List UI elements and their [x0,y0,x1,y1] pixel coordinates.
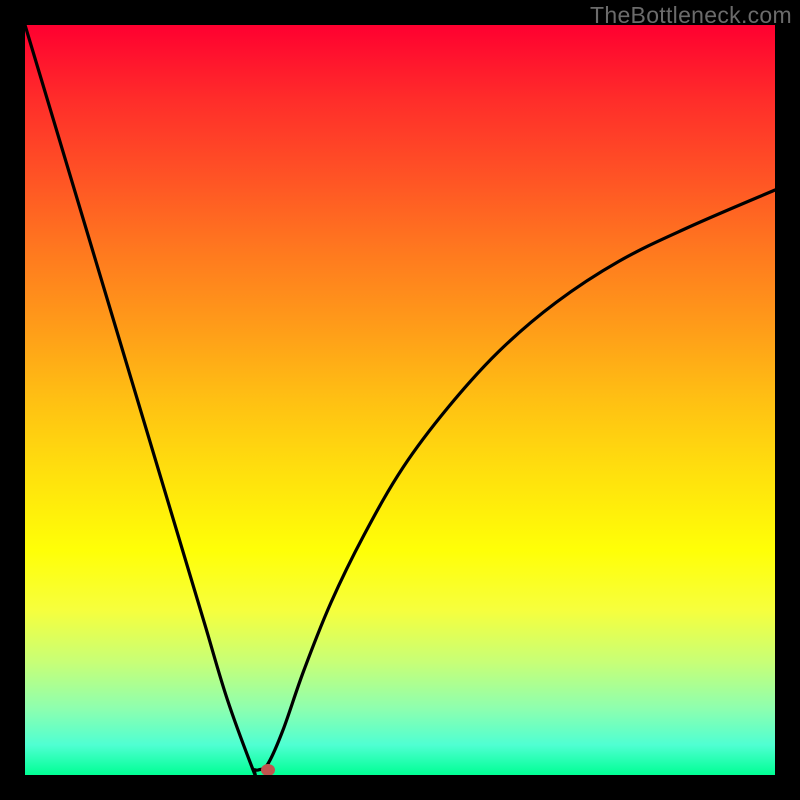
chart-stage: TheBottleneck.com [0,0,800,800]
optimum-marker [261,764,275,775]
bottleneck-curve [25,25,775,775]
plot-area [25,25,775,775]
chart-svg [25,25,775,775]
